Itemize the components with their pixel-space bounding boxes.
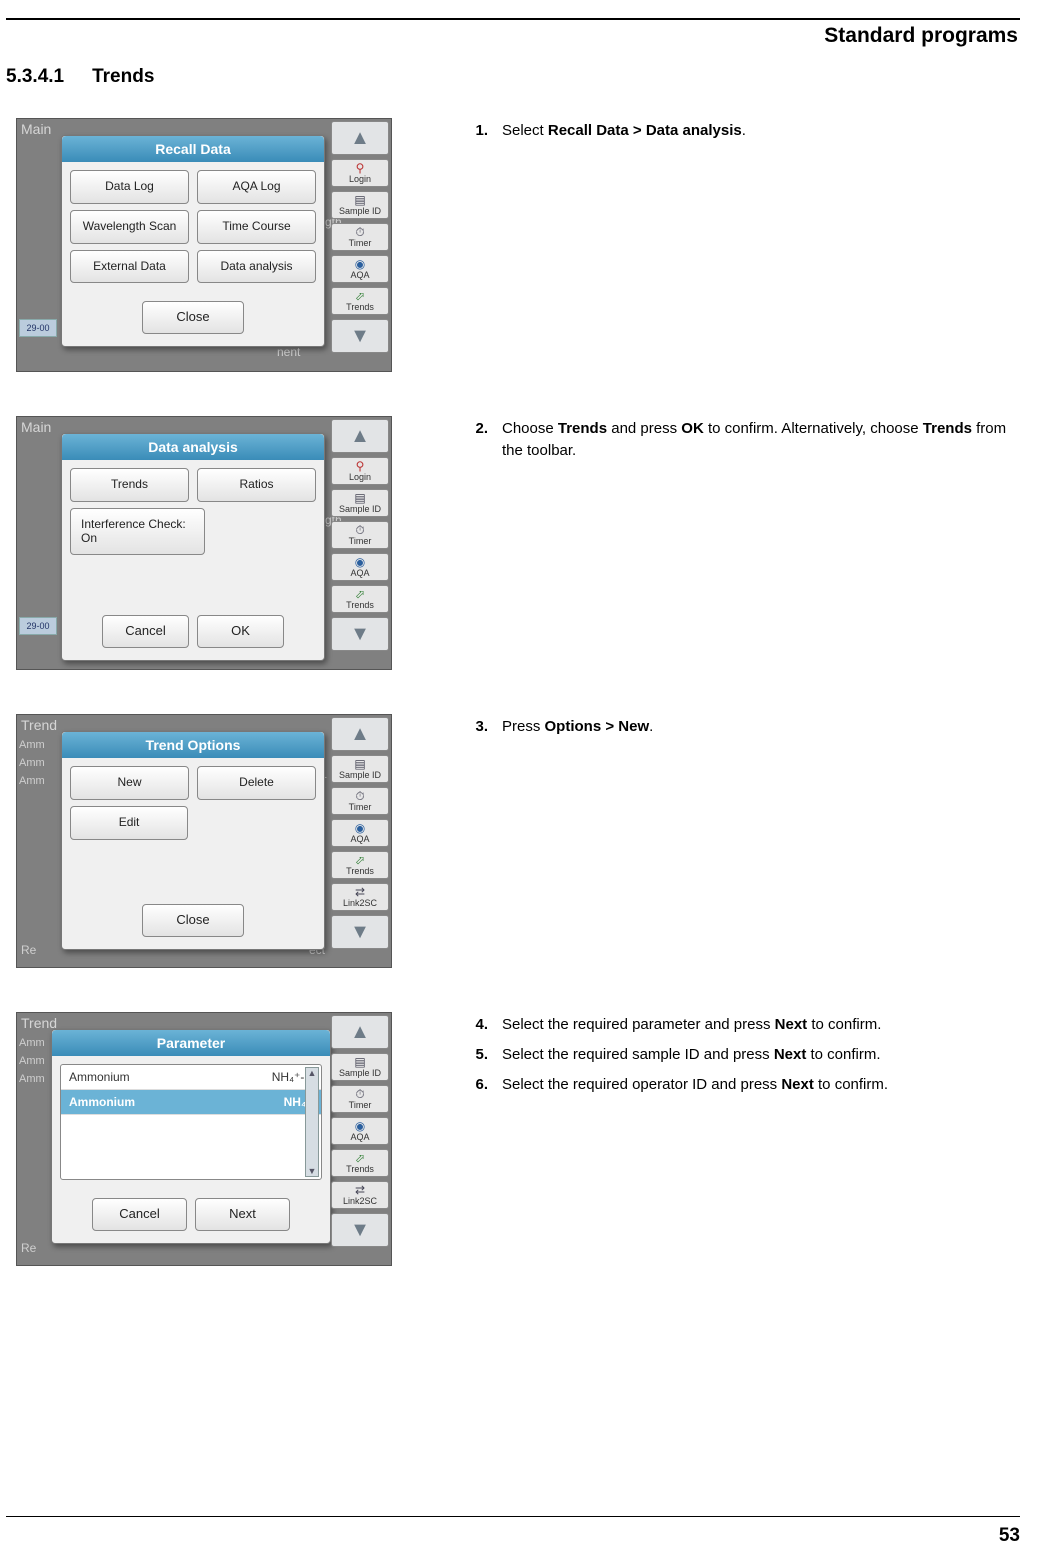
list-scrollbar[interactable] <box>305 1067 319 1177</box>
side-toolbar: ▲ ⚲Login ▤Sample ID ⏱Timer ◉AQA ⬀Trends … <box>331 121 389 369</box>
time-course-button[interactable]: Time Course <box>197 210 316 244</box>
scroll-up-icon[interactable]: ▲ <box>331 121 389 155</box>
close-button[interactable]: Close <box>142 904 244 937</box>
step-1: 1. Select Recall Data > Data analysis. <box>466 120 1020 142</box>
bg-date-strip: 29-00 <box>19 617 57 635</box>
bg-partial: Re <box>21 1241 36 1255</box>
page-number: 53 <box>999 1525 1020 1547</box>
parameter-list[interactable]: AmmoniumNH₄⁺-N AmmoniumNH₄⁺ <box>60 1064 322 1180</box>
step-4: 4. Select the required parameter and pre… <box>466 1014 1020 1036</box>
delete-button[interactable]: Delete <box>197 766 316 800</box>
recall-data-dialog: Recall Data Data Log AQA Log Wavelength … <box>61 135 325 347</box>
screenshot-data-analysis: Main 29-00 gth nent Data analysis Trends… <box>16 416 392 670</box>
scroll-down-icon[interactable]: ▼ <box>331 915 389 949</box>
trends-toolbar-button[interactable]: ⬀Trends <box>331 287 389 315</box>
aqa-log-button[interactable]: AQA Log <box>197 170 316 204</box>
screenshot-trend-options: Trend Amm Amm Amm > s 1 Re ect Trend Opt… <box>16 714 392 968</box>
scroll-down-icon[interactable]: ▼ <box>331 1213 389 1247</box>
bg-main-label: Main <box>21 121 51 137</box>
trends-toolbar-button[interactable]: ⬀Trends <box>331 585 389 613</box>
timer-button[interactable]: ⏱Timer <box>331 787 389 815</box>
side-toolbar: ▲ ⚲Login ▤Sample ID ⏱Timer ◉AQA ⬀Trends … <box>331 419 389 667</box>
sample-id-button[interactable]: ▤Sample ID <box>331 489 389 517</box>
section-title: Trends <box>92 66 154 88</box>
screenshot-parameter: Trend Amm Amm Amm s 1 Re Parameter Ammon… <box>16 1012 392 1266</box>
dialog-title: Data analysis <box>62 434 324 460</box>
dialog-title: Parameter <box>52 1030 330 1056</box>
running-head: Standard programs <box>6 24 1020 48</box>
step-6: 6. Select the required operator ID and p… <box>466 1074 1020 1096</box>
timer-button[interactable]: ⏱Timer <box>331 1085 389 1113</box>
trends-toolbar-button[interactable]: ⬀Trends <box>331 1149 389 1177</box>
data-log-button[interactable]: Data Log <box>70 170 189 204</box>
new-button[interactable]: New <box>70 766 189 800</box>
bottom-rule <box>6 1516 1020 1517</box>
data-analysis-button[interactable]: Data analysis <box>197 250 316 284</box>
ratios-button[interactable]: Ratios <box>197 468 316 502</box>
section-heading: 5.3.4.1 Trends <box>6 66 1020 88</box>
step-3: 3. Press Options > New. <box>466 716 1020 738</box>
sample-id-button[interactable]: ▤Sample ID <box>331 191 389 219</box>
data-analysis-dialog: Data analysis Trends Ratios Interference… <box>61 433 325 661</box>
section-number: 5.3.4.1 <box>6 66 64 88</box>
timer-button[interactable]: ⏱Timer <box>331 223 389 251</box>
bg-row: Amm <box>19 1055 45 1067</box>
bg-main-label: Main <box>21 419 51 435</box>
scroll-up-icon[interactable]: ▲ <box>331 717 389 751</box>
list-item-selected[interactable]: AmmoniumNH₄⁺ <box>61 1090 321 1115</box>
external-data-button[interactable]: External Data <box>70 250 189 284</box>
aqa-button[interactable]: ◉AQA <box>331 1117 389 1145</box>
bg-row: Amm <box>19 757 45 769</box>
scroll-down-icon[interactable]: ▼ <box>331 319 389 353</box>
scroll-up-icon[interactable]: ▲ <box>331 1015 389 1049</box>
bg-date-strip: 29-00 <box>19 319 57 337</box>
trends-button[interactable]: Trends <box>70 468 189 502</box>
bg-partial: Re <box>21 943 36 957</box>
dialog-title: Recall Data <box>62 136 324 162</box>
bg-bottom-text: nent <box>277 345 300 359</box>
bg-row: Amm <box>19 775 45 787</box>
parameter-dialog: Parameter AmmoniumNH₄⁺-N AmmoniumNH₄⁺ Ca… <box>51 1029 331 1244</box>
login-button[interactable]: ⚲Login <box>331 159 389 187</box>
edit-button[interactable]: Edit <box>70 806 188 840</box>
screenshot-recall-data: Main 29-00 gth nent Recall Data Data Log… <box>16 118 392 372</box>
step-2: 2. Choose Trends and press OK to confirm… <box>466 418 1020 462</box>
link2sc-button[interactable]: ⇄Link2SC <box>331 883 389 911</box>
login-button[interactable]: ⚲Login <box>331 457 389 485</box>
interference-check-button[interactable]: Interference Check: On <box>70 508 205 556</box>
trend-options-dialog: Trend Options New Delete Edit Close <box>61 731 325 950</box>
wavelength-scan-button[interactable]: Wavelength Scan <box>70 210 189 244</box>
cancel-button[interactable]: Cancel <box>92 1198 187 1231</box>
scroll-down-icon[interactable]: ▼ <box>331 617 389 651</box>
side-toolbar: ▲ ▤Sample ID ⏱Timer ◉AQA ⬀Trends ⇄Link2S… <box>331 717 389 965</box>
list-item[interactable]: AmmoniumNH₄⁺-N <box>61 1065 321 1090</box>
timer-button[interactable]: ⏱Timer <box>331 521 389 549</box>
aqa-button[interactable]: ◉AQA <box>331 553 389 581</box>
top-rule <box>6 18 1020 20</box>
aqa-button[interactable]: ◉AQA <box>331 255 389 283</box>
bg-row: Amm <box>19 1037 45 1049</box>
step-5: 5. Select the required sample ID and pre… <box>466 1044 1020 1066</box>
dialog-title: Trend Options <box>62 732 324 758</box>
bg-trend-label: Trend <box>21 717 57 733</box>
side-toolbar: ▲ ▤Sample ID ⏱Timer ◉AQA ⬀Trends ⇄Link2S… <box>331 1015 389 1263</box>
close-button[interactable]: Close <box>142 301 244 334</box>
sample-id-button[interactable]: ▤Sample ID <box>331 755 389 783</box>
bg-row: Amm <box>19 739 45 751</box>
ok-button[interactable]: OK <box>197 615 284 648</box>
next-button[interactable]: Next <box>195 1198 290 1231</box>
link2sc-button[interactable]: ⇄Link2SC <box>331 1181 389 1209</box>
trends-toolbar-button[interactable]: ⬀Trends <box>331 851 389 879</box>
scroll-up-icon[interactable]: ▲ <box>331 419 389 453</box>
sample-id-button[interactable]: ▤Sample ID <box>331 1053 389 1081</box>
bg-trend-label: Trend <box>21 1015 57 1031</box>
aqa-button[interactable]: ◉AQA <box>331 819 389 847</box>
bg-row: Amm <box>19 1073 45 1085</box>
cancel-button[interactable]: Cancel <box>102 615 189 648</box>
